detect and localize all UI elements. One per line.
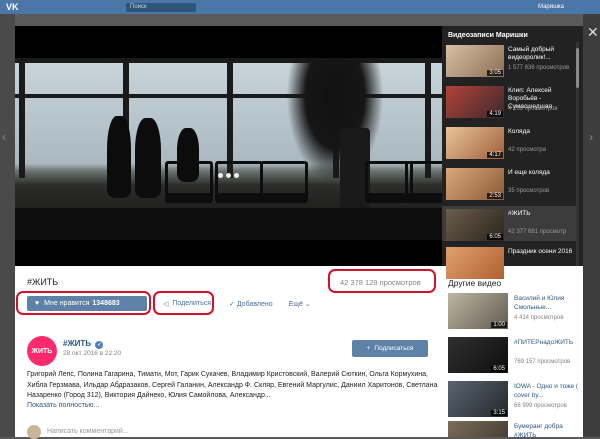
playlist-item[interactable]: 4:19 Клип: Алексей Воробьёв - Сумасшедша…	[442, 83, 576, 118]
duration-label: 4:19	[487, 111, 503, 117]
added-label: Добавлено	[236, 300, 273, 308]
duration-label: 6:05	[491, 366, 507, 372]
subscribe-button[interactable]: + Подписаться	[352, 340, 428, 357]
bench	[260, 161, 308, 203]
playlist-item[interactable]: Праздник осени 2016	[442, 244, 576, 279]
checkmark-icon: ✓	[229, 300, 237, 308]
other-video-item[interactable]: 3:15 IOWA - Одно и тоже ( cover by... 66…	[448, 381, 582, 425]
video-thumbnail	[448, 421, 508, 437]
top-navbar: VK Поиск Маришка	[0, 0, 600, 14]
playlist-item-views: 4 259 просмотров	[508, 106, 558, 112]
video-thumbnail: 3:15	[448, 381, 508, 417]
other-video-title: IOWA - Одно и тоже ( cover by...	[514, 383, 579, 399]
video-thumbnail: 6:05	[448, 337, 508, 373]
publish-date: 28 окт 2016 в 22:20	[63, 350, 122, 357]
playlist-item[interactable]: 3:05 Самый добрый видеоролик!... 1 577 8…	[442, 42, 576, 77]
playlist-item-views: 1 577 836 просмотров	[508, 65, 570, 71]
playlist-item-title: Самый добрый видеоролик!...	[508, 46, 555, 61]
comment-composer[interactable]: Написать комментарий...	[27, 424, 437, 439]
video-thumbnail: 3:05	[446, 45, 504, 77]
page-backdrop-right	[583, 14, 600, 437]
show-more-link[interactable]: Показать полностью...	[27, 402, 100, 409]
vk-logo[interactable]: VK	[6, 2, 36, 12]
highlight-share	[153, 291, 214, 315]
duration-label: 1:00	[491, 322, 507, 328]
video-thumbnail: 4:17	[446, 127, 504, 159]
video-thumbnail: 2:53	[446, 168, 504, 200]
person-silhouette	[107, 116, 131, 198]
author-name-text: #ЖИТЬ	[63, 339, 92, 348]
avatar[interactable]: ЖИТЬ	[27, 336, 57, 366]
person-silhouette	[135, 118, 161, 198]
playlist-item-views: 35 просмотров	[508, 188, 550, 194]
other-video-title: Бумеранг добра #ЖИТЬ	[514, 423, 563, 437]
other-video-title: #ПИТЕРнадоЖИТЬ	[514, 339, 574, 346]
author-name[interactable]: #ЖИТЬ ✓	[63, 339, 104, 349]
comment-input[interactable]: Написать комментарий...	[47, 428, 129, 435]
video-title: #ЖИТЬ	[27, 277, 59, 287]
other-video-views: 4 414 просмотров	[514, 315, 564, 321]
loading-indicator	[218, 173, 239, 178]
playlist-item-views: 42 377 681 просмотр	[508, 229, 567, 235]
subscribe-label: Подписаться	[374, 345, 414, 352]
highlight-views	[328, 269, 436, 293]
other-video-views: 66 999 просмотров	[514, 403, 567, 409]
playlist-item-title: Коляда	[508, 128, 530, 135]
page-backdrop-left	[0, 14, 15, 437]
duration-label: 2:53	[487, 193, 503, 199]
window-frame	[19, 58, 25, 178]
playlist-item-title: И еще коляда	[508, 169, 550, 176]
duration-label: 6:05	[487, 234, 503, 240]
more-menu[interactable]: Ещё ⌄	[289, 300, 311, 308]
video-description: Григорий Лепс, Полина Гагарина, Тимати, …	[27, 371, 438, 399]
video-thumbnail: 4:19	[446, 86, 504, 118]
window-frame	[425, 58, 431, 178]
duration-label: 4:17	[487, 152, 503, 158]
chevron-right-icon[interactable]: ›	[589, 130, 593, 144]
playlist-item-views: 42 просмотра	[508, 147, 547, 153]
more-label: Ещё	[288, 300, 303, 308]
video-playlist-sidebar: Видеозаписи Маришки 3:05 Самый добрый ви…	[442, 26, 583, 279]
duration-label: 3:15	[491, 410, 507, 416]
video-modal: Видеозаписи Маришки 3:05 Самый добрый ви…	[15, 26, 583, 439]
other-video-item[interactable]: Бумеранг добра #ЖИТЬ	[448, 421, 582, 437]
window-frame	[227, 58, 233, 178]
bench	[405, 161, 442, 203]
chevron-left-icon[interactable]: ‹	[2, 130, 6, 144]
playlist-item-active[interactable]: 6:05 #ЖИТЬ 42 377 681 просмотр	[442, 206, 576, 241]
duration-label: 3:05	[487, 70, 503, 76]
video-thumbnail: 1:00	[448, 293, 508, 329]
playlist-title: Видеозаписи Маришки	[448, 32, 528, 39]
highlight-like	[16, 291, 151, 315]
floor	[15, 208, 442, 240]
playlist-item[interactable]: 2:53 И еще коляда 35 просмотров	[442, 165, 576, 200]
avatar	[27, 424, 41, 439]
playlist-scroll-thumb[interactable]	[576, 48, 579, 88]
chevron-down-icon: ⌄	[304, 300, 311, 308]
bench	[165, 161, 213, 203]
video-frame	[15, 58, 442, 240]
playlist-item-title: #ЖИТЬ	[508, 210, 531, 217]
plus-icon: +	[366, 345, 371, 352]
added-button[interactable]: ✓ Добавлено	[229, 300, 273, 308]
close-icon[interactable]: ✕	[587, 25, 599, 39]
author-row: ЖИТЬ #ЖИТЬ ✓ 28 окт 2016 в 22:20 + Подпи…	[27, 336, 441, 368]
other-video-views: 769 157 просмотров	[514, 359, 571, 365]
video-thumbnail: 6:05	[446, 209, 504, 241]
other-video-item[interactable]: 6:05 #ПИТЕРнадоЖИТЬ 769 157 просмотров	[448, 337, 582, 381]
video-player[interactable]	[15, 26, 442, 266]
other-video-title: Василий и Юлия Смольные...	[514, 295, 565, 311]
other-videos-title: Другие видео	[448, 278, 502, 288]
search-input[interactable]: Поиск	[126, 2, 196, 12]
playlist-item[interactable]: 4:17 Коляда 42 просмотра	[442, 124, 576, 159]
bench	[215, 161, 263, 203]
playlist-item-title: Праздник осени 2016	[508, 248, 573, 255]
verified-icon: ✓	[95, 341, 104, 349]
video-thumbnail	[446, 247, 504, 279]
other-video-item[interactable]: 1:00 Василий и Юлия Смольные... 4 414 пр…	[448, 293, 582, 337]
user-menu[interactable]: Маришка	[538, 4, 564, 10]
